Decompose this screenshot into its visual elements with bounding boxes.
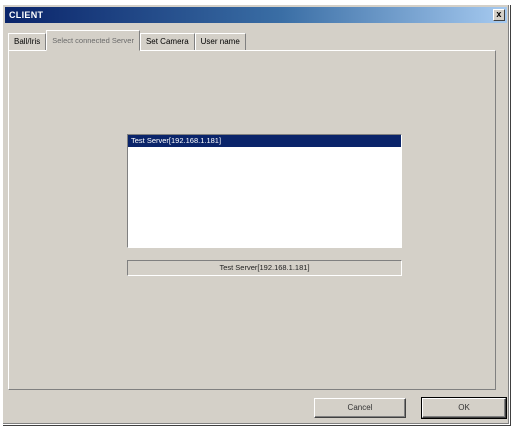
selected-server-field: Test Server[192.168.1.181]	[127, 260, 402, 276]
tab-select-connected-server[interactable]: Select connected Server	[46, 30, 140, 51]
ok-button[interactable]: OK	[421, 397, 507, 419]
server-listbox[interactable]: Test Server[192.168.1.181]	[127, 134, 402, 248]
list-item[interactable]: Test Server[192.168.1.181]	[128, 135, 401, 147]
close-icon: x	[496, 9, 502, 19]
tab-ball-iris[interactable]: Ball/Iris	[8, 33, 47, 50]
close-button[interactable]: x	[493, 9, 505, 21]
tab-user-name[interactable]: User name	[194, 33, 246, 50]
window-title: CLIENT	[9, 10, 44, 20]
tab-strip: Ball/Iris Select connected Server Set Ca…	[8, 30, 246, 51]
tab-set-camera[interactable]: Set Camera	[139, 33, 195, 50]
title-bar[interactable]: CLIENT x	[5, 7, 507, 23]
cancel-button[interactable]: Cancel	[314, 398, 406, 418]
